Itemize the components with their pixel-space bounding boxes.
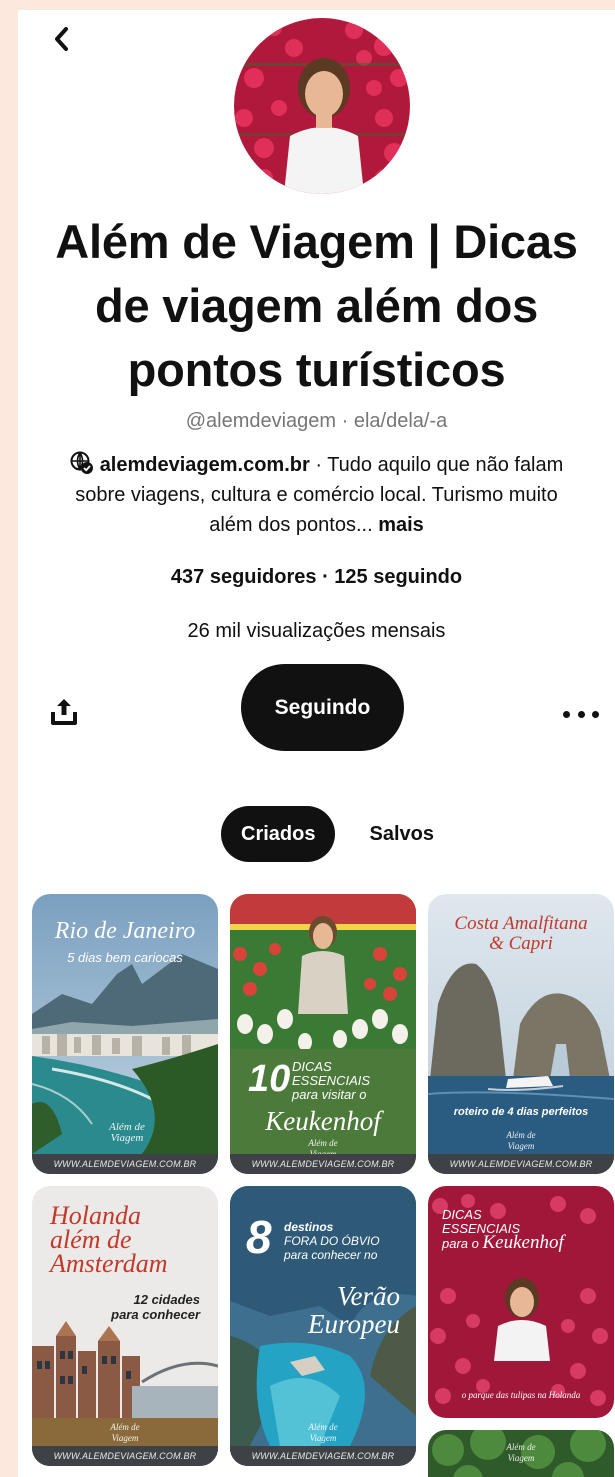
pin-verao-title1: Verão bbox=[337, 1281, 400, 1311]
pin-footer-url: WWW.ALEMDEVIAGEM.COM.BR bbox=[230, 1446, 416, 1466]
pin-holanda-sub2: para conhecer bbox=[111, 1307, 200, 1322]
pin-logo: Além de Viagem bbox=[506, 1130, 536, 1151]
pin-verao-title2: Europeu bbox=[308, 1309, 400, 1339]
pin-footer-url: WWW.ALEMDEVIAGEM.COM.BR bbox=[428, 1154, 614, 1174]
avatar[interactable] bbox=[234, 18, 410, 194]
pin-holanda-sub: 12 cidades para conhecer bbox=[111, 1292, 200, 1322]
pin-verao-line1: destinos bbox=[284, 1220, 334, 1234]
pin-holanda-title: Holanda além de Amsterdam bbox=[50, 1203, 168, 1278]
pin-keukenhof1-line2: ESSENCIAIS bbox=[292, 1073, 371, 1088]
back-button[interactable] bbox=[46, 24, 76, 54]
pin-logo: Além de Viagem bbox=[109, 1121, 145, 1144]
pin-keukenhof-10-dicas[interactable]: 10 DICAS ESSENCIAIS para visitar o Keuke… bbox=[230, 894, 416, 1174]
profile-tabs: Criados Salvos bbox=[18, 806, 615, 862]
pin-verao-line3: para conhecer no bbox=[284, 1248, 378, 1262]
pin-costa-amalfitana[interactable]: Costa Amalfitana & Capri roteiro de 4 di… bbox=[428, 894, 614, 1174]
share-icon bbox=[51, 699, 77, 725]
pin-keukenhof-dicas[interactable]: DICAS ESSENCIAIS para o Keukenhof o parq… bbox=[428, 1186, 614, 1418]
pin-keukenhof2-line3-wrap: para o Keukenhof bbox=[442, 1233, 564, 1252]
pin-amalfi-title: Costa Amalfitana & Capri bbox=[428, 914, 614, 954]
pin-rio-title: Rio de Janeiro bbox=[54, 918, 196, 944]
pin-verao-number: 8 bbox=[246, 1211, 272, 1263]
pin-footer-url: WWW.ALEMDEVIAGEM.COM.BR bbox=[230, 1154, 416, 1174]
dot-icon bbox=[592, 710, 599, 718]
more-options-button[interactable] bbox=[563, 704, 599, 724]
pin-forest-partial[interactable]: Além de Viagem bbox=[428, 1430, 614, 1477]
pin-logo: Além de Viagem bbox=[506, 1442, 536, 1463]
pin-keukenhof1-number: 10 bbox=[248, 1058, 291, 1100]
pin-verao-lines: destinos FORA DO ÓBVIO para conhecer no bbox=[284, 1220, 380, 1262]
pin-logo: Além de Viagem bbox=[308, 1422, 338, 1443]
pin-amalfi-title-line1: Costa Amalfitana bbox=[454, 913, 588, 934]
pin-keukenhof2-name: Keukenhof bbox=[482, 1232, 564, 1253]
profile-bio: alemdeviagem.com.br · Tudo aquilo que nã… bbox=[58, 450, 575, 540]
pin-keukenhof1-lines: DICAS ESSENCIAIS para visitar o bbox=[292, 1060, 370, 1102]
verified-website-icon bbox=[70, 451, 93, 474]
pin-logo: Além de Viagem bbox=[110, 1422, 140, 1443]
pin-keukenhof1-line3: para visitar o bbox=[292, 1087, 367, 1102]
pin-amalfi-title-line2: & Capri bbox=[489, 933, 553, 954]
pin-keukenhof1-name: Keukenhof bbox=[265, 1106, 381, 1136]
pin-rio-subtitle: 5 dias bem cariocas bbox=[67, 950, 183, 965]
pin-amalfi-caption: roteiro de 4 dias perfeitos bbox=[453, 1106, 589, 1118]
pin-footer-url: WWW.ALEMDEVIAGEM.COM.BR bbox=[32, 1446, 218, 1466]
pin-holanda-sub1: 12 cidades bbox=[133, 1292, 201, 1307]
website-link[interactable]: alemdeviagem.com.br bbox=[100, 454, 310, 476]
follow-stats[interactable]: 437 seguidores · 125 seguindo bbox=[18, 566, 615, 589]
profile-handle: @alemdeviagem · ela/dela/-a bbox=[185, 410, 448, 432]
pin-keukenhof2-caption: o parque das tulipas na Holanda bbox=[461, 1390, 581, 1400]
pin-rio-de-janeiro[interactable]: Rio de Janeiro 5 dias bem cariocas Além … bbox=[32, 894, 218, 1174]
share-button[interactable] bbox=[48, 696, 80, 728]
pin-verao-europeu[interactable]: 8 destinos FORA DO ÓBVIO para conhecer n… bbox=[230, 1186, 416, 1466]
following-button[interactable]: Seguindo bbox=[241, 664, 404, 751]
profile-name: Além de Viagem | Dicas de viagem além do… bbox=[55, 215, 578, 396]
pin-footer-url: WWW.ALEMDEVIAGEM.COM.BR bbox=[32, 1154, 218, 1174]
more-link[interactable]: mais bbox=[378, 514, 424, 536]
dot-icon bbox=[563, 710, 570, 718]
pin-keukenhof2-lines: DICAS ESSENCIAIS para o Keukenhof bbox=[442, 1207, 564, 1253]
chevron-left-icon bbox=[55, 27, 68, 51]
pin-holanda-amsterdam[interactable]: Holanda além de Amsterdam 12 cidades par… bbox=[32, 1186, 218, 1466]
pin-verao-title: Verão Europeu bbox=[308, 1282, 400, 1338]
pin-keukenhof1-line1: DICAS bbox=[292, 1059, 332, 1074]
dot-icon bbox=[577, 710, 585, 718]
profile-screen: Além de Viagem | Dicas de viagem além do… bbox=[18, 10, 615, 1477]
monthly-views: 26 mil visualizações mensais bbox=[187, 620, 446, 642]
pin-verao-line2: FORA DO ÓBVIO bbox=[284, 1234, 380, 1248]
pin-keukenhof2-line1: DICAS bbox=[442, 1207, 482, 1222]
tab-salvos[interactable]: Salvos bbox=[349, 806, 453, 862]
tab-criados[interactable]: Criados bbox=[221, 806, 336, 862]
pin-holanda-line3: Amsterdam bbox=[50, 1249, 168, 1278]
pin-keukenhof2-line3: para o bbox=[442, 1236, 479, 1251]
